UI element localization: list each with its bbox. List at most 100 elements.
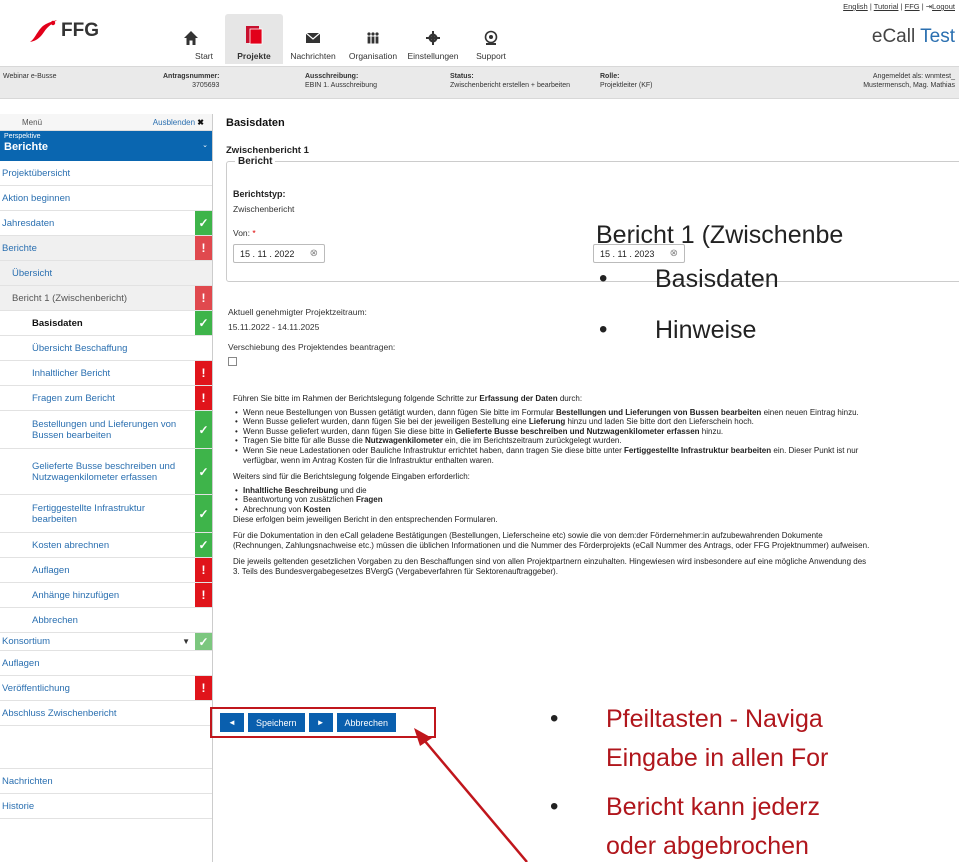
sidebar-item-basisdaten[interactable]: Basisdaten ✓ xyxy=(0,311,212,336)
nav-projekte[interactable]: Projekte xyxy=(225,14,283,64)
sidebar-item-label: Auflagen xyxy=(2,657,40,669)
warning-icon: ! xyxy=(195,236,212,260)
ecall-prefix: eCall xyxy=(871,26,916,47)
sidebar-item-auflagen[interactable]: Auflagen xyxy=(0,651,212,676)
sidebar-item-konsortium[interactable]: Konsortium ▼ ✓ xyxy=(0,633,212,651)
step-bold: Lieferung xyxy=(528,417,566,427)
step-text: Wenn Busse geliefert wurden, dann fügen … xyxy=(243,426,453,436)
overlay-bullet-hinweise: Hinweise xyxy=(599,316,757,345)
overlay-bullet-pfeiltasten-cont: Eingabe in allen For xyxy=(606,744,829,772)
instructions-intro: Führen Sie bitte im Rahmen der Berichtsl… xyxy=(233,394,873,404)
tutorial-link[interactable]: Tutorial xyxy=(874,2,899,11)
vorgaben-text: Die jeweils geltenden gesetzlichen Vorga… xyxy=(233,557,867,576)
overlay-heading: Bericht 1 (Zwischenbe xyxy=(596,221,844,249)
sidebar-item-label: Projektübersicht xyxy=(2,167,71,179)
report-subtitle: Zwischenbericht 1 xyxy=(226,145,309,156)
english-link[interactable]: English xyxy=(843,2,868,11)
zeitraum-value: 15.11.2022 - 14.11.2025 xyxy=(228,322,320,332)
nav-support[interactable]: Support xyxy=(463,14,519,64)
warning-icon: ! xyxy=(195,386,212,410)
sidebar-item-inhaltlicher-bericht[interactable]: Inhaltlicher Bericht! xyxy=(0,361,212,386)
berichtstyp-value: Zwischenbericht xyxy=(233,204,295,214)
step-text: hinzu und laden Sie bitte dort den Liefe… xyxy=(567,417,754,427)
sidebar-item-label: Veröffentlichung xyxy=(2,682,70,694)
step-text: hinzu. xyxy=(701,426,724,436)
previous-button[interactable]: ◄ xyxy=(220,713,244,732)
next-button[interactable]: ► xyxy=(308,713,333,732)
list-item: Wenn Busse geliefert wurden, dann fügen … xyxy=(233,417,873,427)
nav-organisation[interactable]: Organisation xyxy=(343,14,403,64)
perspective-value: Berichte xyxy=(4,141,49,153)
sidebar-item-label: Inhaltlicher Bericht xyxy=(32,367,111,379)
sidebar-item-label: Nachrichten xyxy=(2,775,53,787)
verschiebung-checkbox[interactable] xyxy=(228,357,237,366)
clear-icon[interactable]: ⊗ xyxy=(310,248,318,259)
form-button-bar: ◄ Speichern ► Abbrechen xyxy=(210,707,436,738)
sidebar-item-anhaenge[interactable]: Anhänge hinzufügen! xyxy=(0,583,212,608)
sidebar-spacer xyxy=(0,726,212,769)
angemeldet-text: Angemeldet als: wnmtest_ xyxy=(872,73,955,80)
sidebar-item-kosten[interactable]: Kosten abrechnen ✓ xyxy=(0,533,212,558)
status-info: Status: Zwischenbericht erstellen + bear… xyxy=(450,72,570,90)
dokumentation-text: Für die Dokumentation in den eCall gelad… xyxy=(233,531,870,550)
list-item: Inhaltliche Beschreibung und die xyxy=(233,486,873,496)
ffg-logo[interactable]: FFG xyxy=(28,18,99,44)
step-text: Wenn Busse geliefert wurden, dann fügen … xyxy=(243,417,527,427)
ffg-link[interactable]: FFG xyxy=(905,2,920,11)
nav-nachrichten[interactable]: Nachrichten xyxy=(283,14,343,64)
sidebar-item-berichte[interactable]: Berichte! xyxy=(0,236,212,261)
overlay-bullet-basisdaten: Basisdaten xyxy=(599,265,779,294)
user-info: Angemeldet als: wnmtest_ Mustermensch, M… xyxy=(863,72,955,90)
sidebar-item-label: Auflagen xyxy=(32,564,70,576)
cancel-button[interactable]: Abbrechen xyxy=(336,713,397,732)
sidebar-item-projektuebersicht[interactable]: Projektübersicht xyxy=(0,161,212,186)
overlay-bullet-bericht-cont: oder abgebrochen xyxy=(606,832,809,860)
sidebar-item-uebersicht-beschaffung[interactable]: Übersicht Beschaffung xyxy=(0,336,212,361)
hide-menu-button[interactable]: Ausblenden ✖ xyxy=(153,118,204,127)
sidebar-item-infrastruktur[interactable]: Fertiggestellte Infrastruktur bearbeiten… xyxy=(0,495,212,533)
user-name: Mustermensch, Mag. Mathias xyxy=(863,82,955,89)
sidebar-item-bericht-1[interactable]: Bericht 1 (Zwischenbericht)! xyxy=(0,286,212,311)
hide-menu-label: Ausblenden xyxy=(152,117,196,127)
sidebar-item-uebersicht[interactable]: Übersicht xyxy=(0,261,212,286)
sidebar-item-jahresdaten[interactable]: Jahresdaten ✓ xyxy=(0,211,212,236)
sidebar-item-label: Anhänge hinzufügen xyxy=(32,589,120,601)
von-label-text: Von: xyxy=(233,228,251,238)
step-text: Wenn Sie neue Ladestationen oder Baulich… xyxy=(243,445,622,455)
list-item: Wenn Busse geliefert wurden, dann fügen … xyxy=(233,427,873,437)
menu-header: Menü Ausblenden ✖ xyxy=(0,114,212,131)
step-text: und die xyxy=(340,485,367,495)
sidebar-item-label: Konsortium xyxy=(2,636,51,647)
bericht-fieldset: Bericht Berichtstyp: Zwischenbericht Von… xyxy=(226,156,959,282)
check-icon: ✓ xyxy=(195,411,212,448)
sidebar-item-abbrechen[interactable]: Abbrechen xyxy=(0,608,212,633)
overlay-bullet-bericht: Bericht kann jederz xyxy=(550,793,820,822)
nav-start[interactable]: Start xyxy=(165,14,217,64)
sidebar-item-bestellungen[interactable]: Bestellungen und Lieferungen von Bussen … xyxy=(0,411,212,449)
logout-link[interactable]: Logout xyxy=(932,2,955,11)
sidebar-item-aktion-beginnen[interactable]: Aktion beginnen xyxy=(0,186,212,211)
sidebar-item-historie[interactable]: Historie xyxy=(0,794,212,819)
required-marker: * xyxy=(252,228,256,238)
diese-text: Diese erfolgen beim jeweiligen Bericht i… xyxy=(233,514,498,524)
save-button[interactable]: Speichern xyxy=(248,713,305,732)
nav-einstellungen[interactable]: Einstellungen xyxy=(403,14,463,64)
perspective-selector[interactable]: Perspektive Berichte ⌄ xyxy=(0,131,212,161)
chevron-down-icon[interactable]: ▼ xyxy=(182,637,190,646)
sidebar-item-label: Übersicht Beschaffung xyxy=(32,342,128,354)
warning-icon: ! xyxy=(195,676,212,700)
sidebar-item-veroeffentlichung[interactable]: Veröffentlichung! xyxy=(0,676,212,701)
sidebar-item-label: Übersicht xyxy=(12,267,53,279)
von-date-input[interactable]: 15 . 11 . 2022 ⊗ xyxy=(233,244,325,263)
sidebar-item-abschluss[interactable]: Abschluss Zwischenbericht xyxy=(0,701,212,726)
sidebar-item-auflagen-sub[interactable]: Auflagen! xyxy=(0,558,212,583)
menu-label: Menü xyxy=(22,117,43,127)
warning-icon: ! xyxy=(195,583,212,607)
perspective-label: Perspektive xyxy=(4,133,41,140)
warning-icon: ! xyxy=(195,558,212,582)
sidebar-item-gelieferte-busse[interactable]: Gelieferte Busse beschreiben und Nutzwag… xyxy=(0,449,212,495)
people-icon xyxy=(367,32,379,44)
rolle-label: Rolle: xyxy=(600,73,620,80)
sidebar-item-fragen[interactable]: Fragen zum Bericht! xyxy=(0,386,212,411)
sidebar-item-nachrichten[interactable]: Nachrichten xyxy=(0,769,212,794)
